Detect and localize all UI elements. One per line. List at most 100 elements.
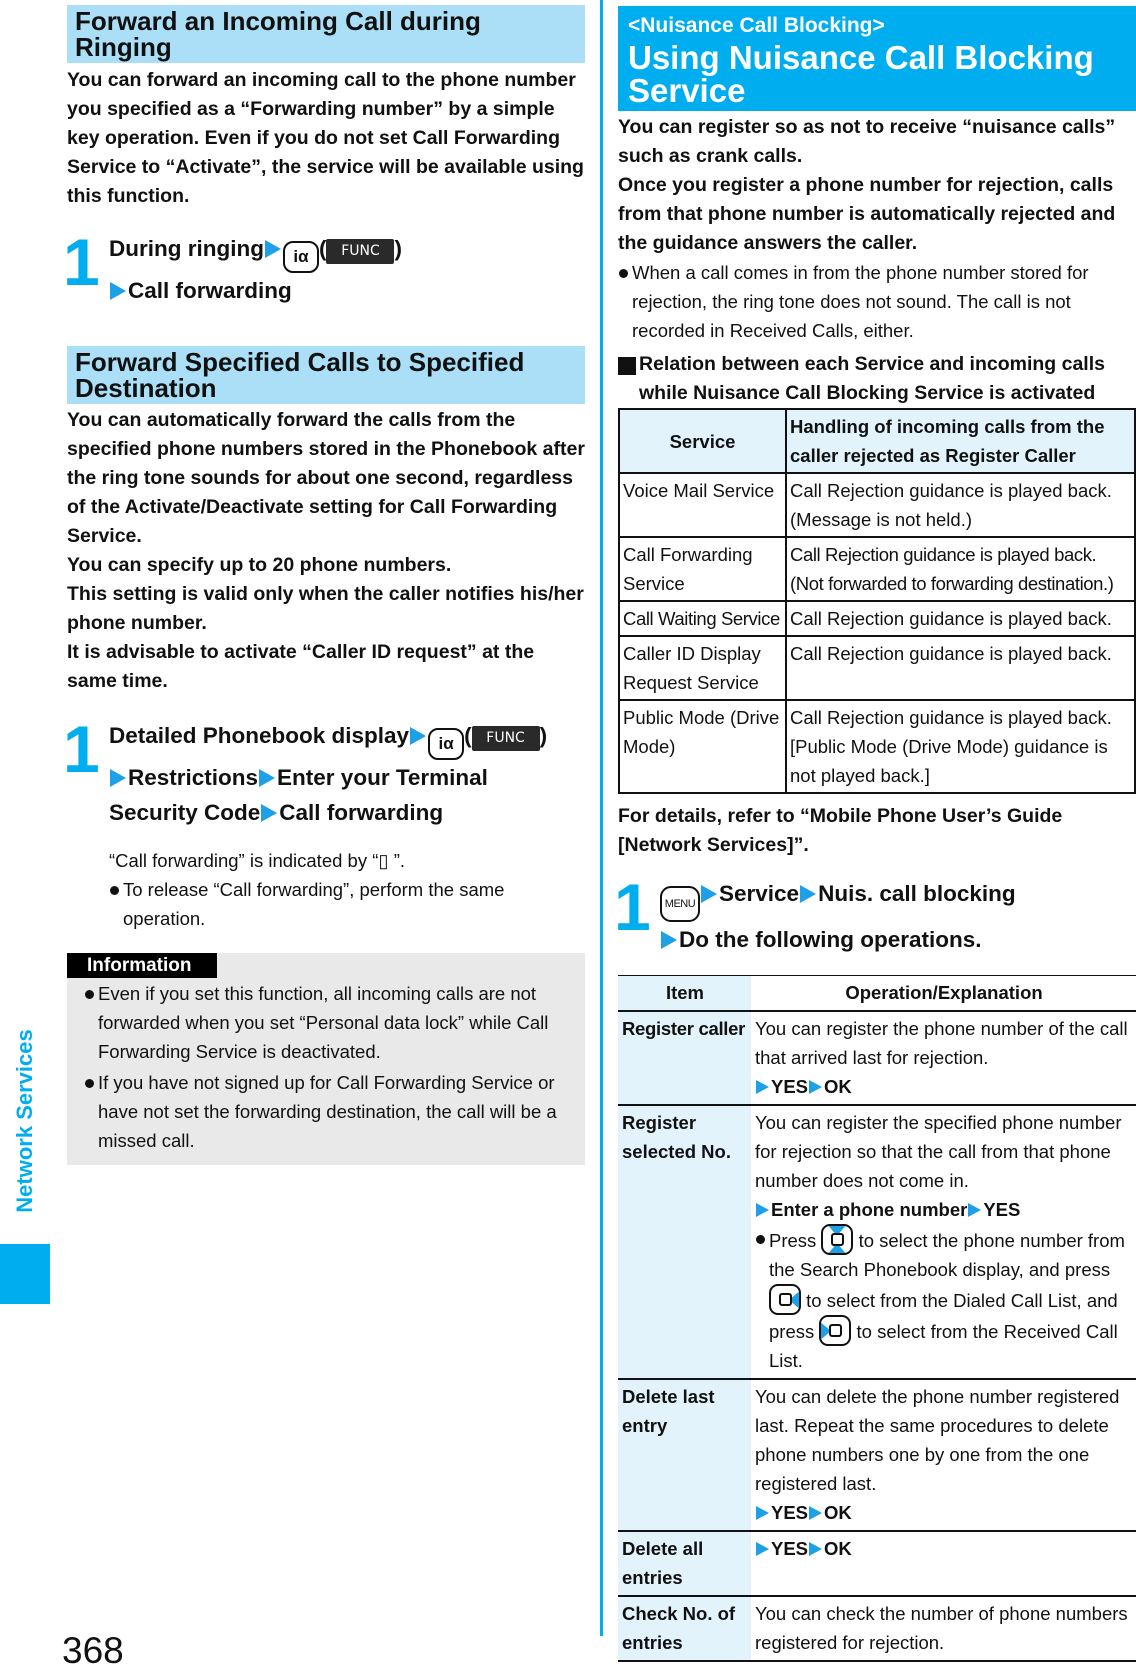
section-heading-forward-incoming: Forward an Incoming Call during Ringing — [67, 5, 585, 63]
relation-heading: Relation between each Service and incomi… — [618, 350, 1136, 408]
step-line: During ringing iα(FUNC) — [109, 231, 585, 273]
operation-cell: You can delete the phone number register… — [751, 1379, 1136, 1531]
operation-keys: YES OK — [755, 1534, 1133, 1563]
operation-cell: You can register the specified phone num… — [751, 1105, 1136, 1379]
item-cell: Delete last entry — [618, 1379, 751, 1531]
table-cell: Call Rejection guidance is played back. … — [785, 699, 1136, 794]
operation-cell: You can check the number of phone number… — [751, 1596, 1136, 1661]
bullet-text: Press — [769, 1230, 817, 1251]
dpad-up-down-icon — [821, 1224, 854, 1255]
i-alpha-key-icon: iα — [428, 728, 465, 760]
column-header: Item — [618, 975, 751, 1011]
step-number: 1 — [63, 712, 100, 786]
operation-text: You can delete the phone number register… — [755, 1386, 1120, 1494]
table-cell: Call Rejection guidance is played back. — [785, 635, 1136, 701]
table-row: Register selected No. You can register t… — [618, 1105, 1136, 1379]
menu-key-icon: MENU — [660, 886, 700, 922]
step-text: Detailed Phonebook display — [109, 723, 410, 748]
table-row: Register caller You can register the pho… — [618, 1011, 1136, 1105]
operation-bullet: Press to select the phone number from th… — [755, 1224, 1133, 1375]
paragraph: You can automatically forward the calls … — [67, 409, 585, 547]
table-cell: Call Rejection guidance is played back. … — [785, 536, 1136, 602]
table-header-row: Service Handling of incoming calls from … — [618, 408, 1136, 474]
step-line: Call forwarding — [109, 273, 585, 308]
operation-text: You can register the phone number of the… — [755, 1018, 1128, 1068]
section-subtitle: <Nuisance Call Blocking> — [628, 14, 885, 37]
op-step: Enter a phone number — [771, 1199, 968, 1220]
arrow-icon — [110, 769, 126, 787]
table-row: Caller ID Display Request Service Call R… — [618, 635, 1136, 701]
arrow-icon — [264, 240, 281, 258]
page-number: 368 — [62, 1630, 124, 1671]
side-tab-marker — [0, 1244, 50, 1304]
arrow-icon — [661, 931, 677, 949]
intro-bullet: When a call comes in from the phone numb… — [618, 258, 1136, 345]
step-line: Detailed Phonebook display iα(FUNC) — [109, 718, 585, 760]
side-tab-label: Network Services — [10, 1010, 40, 1232]
operation-text: You can check the number of phone number… — [755, 1603, 1128, 1653]
op-step: YES — [771, 1076, 809, 1097]
table-cell: Call Forwarding Service — [618, 536, 787, 602]
table-row: Call Waiting Service Call Rejection guid… — [618, 600, 1136, 637]
arrow-icon — [410, 727, 427, 745]
step-text: During ringing — [109, 236, 264, 261]
func-softkey-icon: FUNC — [326, 239, 395, 264]
step-text: Enter your Terminal — [277, 765, 488, 790]
paragraph: You can register so as not to receive “n… — [618, 116, 1116, 167]
arrow-icon — [809, 1542, 823, 1556]
operation-keys: YES OK — [755, 1498, 1133, 1527]
right-column: <Nuisance Call Blocking> Using Nuisance … — [614, 6, 1136, 1662]
section-title: Using Nuisance Call Blocking Service — [628, 39, 1094, 109]
column-divider — [600, 0, 603, 1636]
step-line: MENU Service Nuis. call blocking — [660, 876, 1136, 922]
table-row: Check No. of entries You can check the n… — [618, 1596, 1136, 1661]
step-text: Call forwarding — [128, 278, 292, 303]
table-cell: Call Rejection guidance is played back. — [785, 600, 1136, 637]
step-1: 1 MENU Service Nuis. call blocking Do the … — [614, 874, 1136, 957]
section-heading-forward-specified: Forward Specified Calls to Specified Des… — [67, 346, 585, 404]
item-cell: Register selected No. — [618, 1105, 751, 1379]
table-cell: Caller ID Display Request Service — [618, 635, 787, 701]
step-bullet: To release “Call forwarding”, perform th… — [109, 875, 585, 933]
func-softkey-icon: FUNC — [471, 726, 540, 751]
step-line: Do the following operations. — [660, 922, 1136, 957]
item-cell: Register caller — [618, 1011, 751, 1105]
table-cell: Voice Mail Service — [618, 472, 787, 538]
table-cell: Call Waiting Service — [618, 600, 787, 637]
arrow-icon — [110, 282, 126, 300]
paragraph: This setting is valid only when the call… — [67, 583, 584, 634]
step-text: Service — [719, 881, 800, 906]
relation-heading-text: Relation between each Service and incomi… — [639, 353, 1105, 404]
table-row: Voice Mail Service Call Rejection guidan… — [618, 472, 1136, 538]
step-line: Security Code Call forwarding — [109, 795, 585, 830]
op-step: OK — [824, 1502, 852, 1523]
arrow-icon — [809, 1080, 823, 1094]
step-text: Restrictions — [128, 765, 259, 790]
information-box: Information Even if you set this functio… — [67, 953, 585, 1165]
information-label: Information — [67, 953, 217, 978]
arrow-icon — [756, 1080, 769, 1094]
arrow-icon — [968, 1203, 982, 1217]
arrow-icon — [756, 1203, 769, 1217]
column-header: Handling of incoming calls from the call… — [785, 408, 1136, 474]
dpad-right-icon — [769, 1284, 801, 1315]
step-number: 1 — [63, 225, 100, 299]
op-step: YES — [771, 1502, 809, 1523]
step-text: Nuis. call blocking — [818, 881, 1016, 906]
details-reference: For details, refer to “Mobile Phone User… — [618, 805, 1063, 856]
arrow-icon — [259, 769, 276, 787]
table-row: Public Mode (Drive Mode) Call Rejection … — [618, 699, 1136, 794]
paragraph: You can specify up to 20 phone numbers. — [67, 554, 452, 576]
arrow-icon — [756, 1542, 769, 1556]
paragraph: It is advisable to activate “Caller ID r… — [67, 641, 535, 692]
op-step: OK — [824, 1076, 852, 1097]
section-body: You can automatically forward the calls … — [67, 406, 585, 696]
operation-keys: YES OK — [755, 1072, 1133, 1101]
step-number: 1 — [614, 870, 651, 944]
relation-table: Service Handling of incoming calls from … — [618, 408, 1136, 794]
arrow-icon — [261, 804, 278, 822]
paragraph: Once you register a phone number for rej… — [618, 174, 1116, 254]
arrow-icon — [809, 1506, 823, 1520]
table-header-row: Item Operation/Explanation — [618, 975, 1136, 1011]
step-line: Restrictions Enter your Terminal — [109, 760, 585, 795]
